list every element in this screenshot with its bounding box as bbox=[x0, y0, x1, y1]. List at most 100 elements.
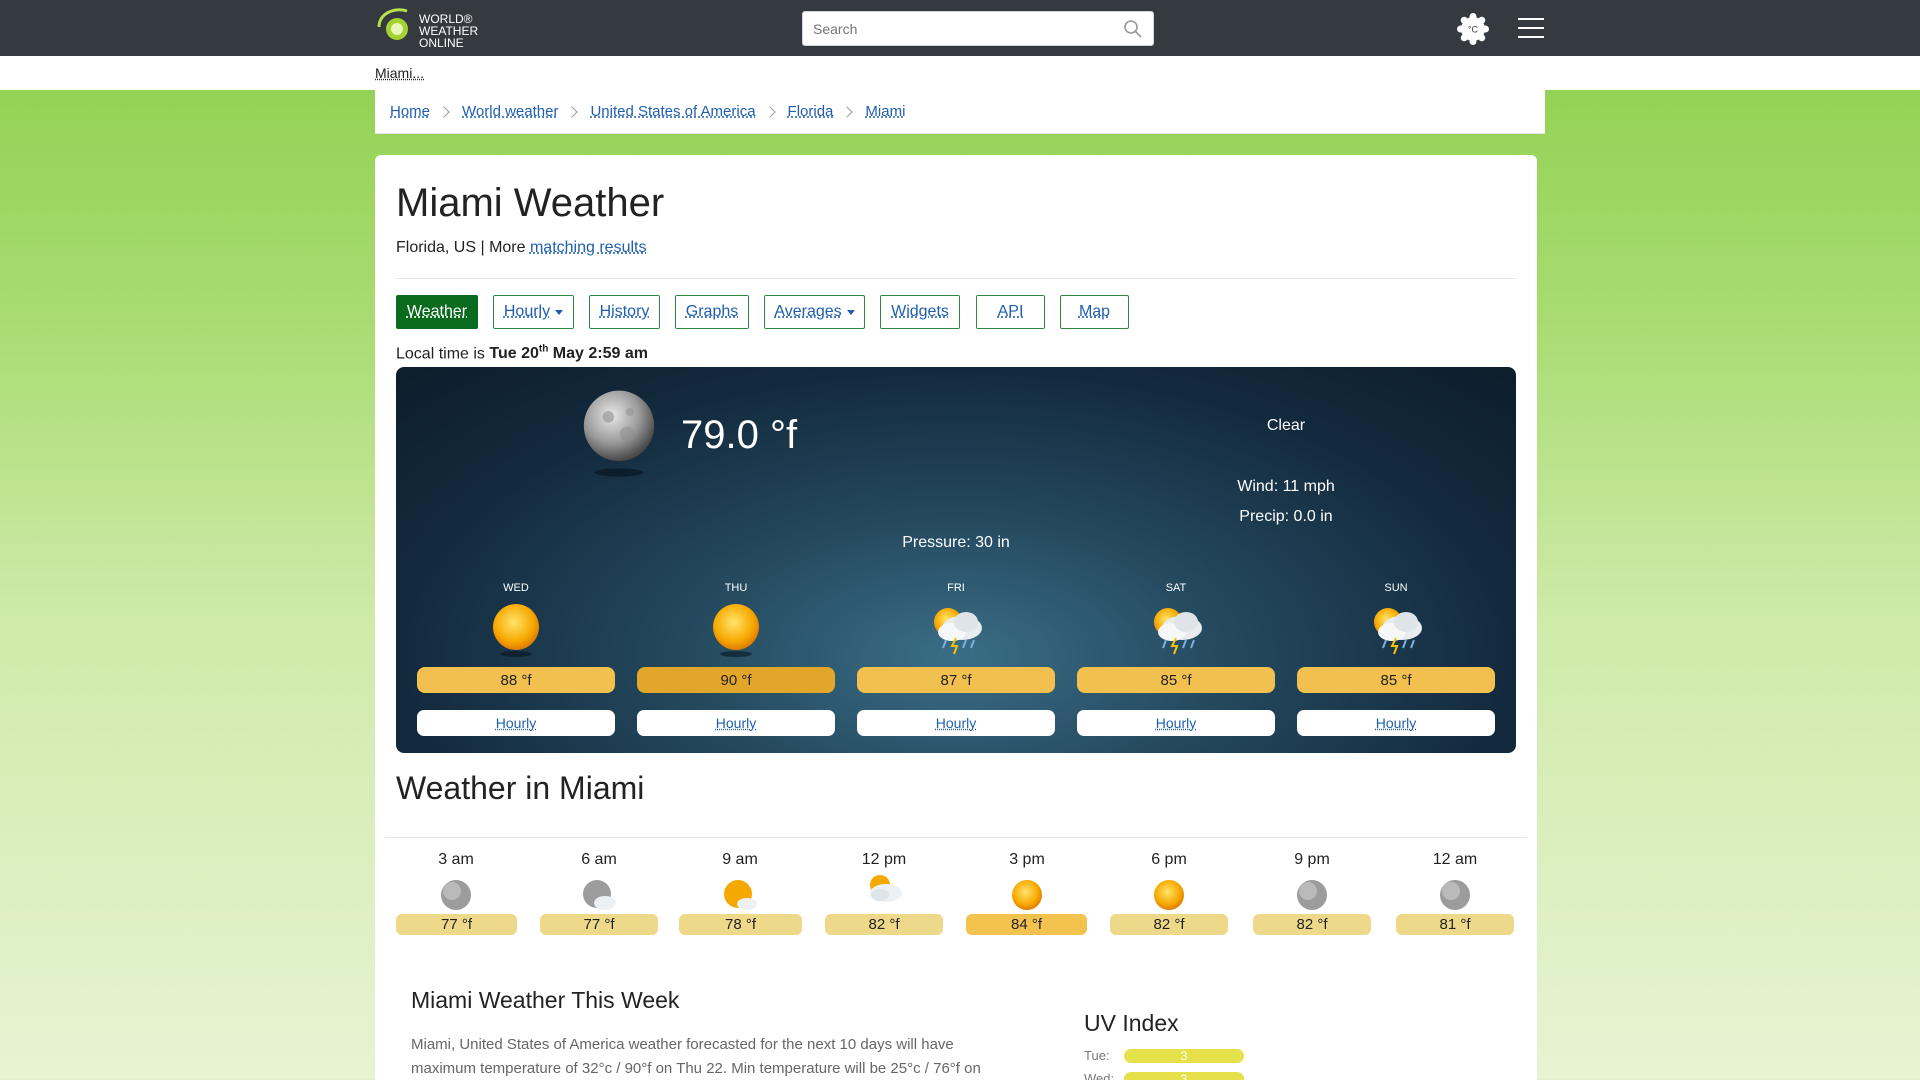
local-time-suffix: th bbox=[538, 344, 549, 355]
sun-icon bbox=[1154, 880, 1184, 910]
divider bbox=[385, 837, 1527, 838]
hour-forecast: 3 pm 84 °f bbox=[966, 851, 1087, 935]
day-forecast: SUN 85 °f Hourly bbox=[1297, 582, 1495, 736]
local-time: Local time is Tue 20th May 2:59 am bbox=[396, 344, 648, 363]
sun-icon bbox=[493, 604, 539, 657]
location-subtitle: Florida, US | More matching results bbox=[396, 239, 646, 257]
current-temperature: 79.0 °f bbox=[681, 413, 798, 457]
local-time-prefix: Local time is bbox=[396, 345, 490, 363]
unit-toggle-label: °C bbox=[1468, 25, 1479, 35]
uv-day-label: Tue: bbox=[1084, 1048, 1110, 1063]
tab-api[interactable]: API bbox=[976, 295, 1045, 329]
logo-line-3: ONLINE bbox=[419, 36, 464, 50]
caret-down-icon bbox=[555, 309, 564, 315]
thunder-rain-icon bbox=[934, 608, 982, 655]
cloud-sun-icon bbox=[870, 875, 902, 902]
tab-map[interactable]: Map bbox=[1060, 295, 1129, 329]
day-name: SAT bbox=[1165, 582, 1187, 594]
day-forecast: WED 88 °f Hourly bbox=[417, 582, 615, 736]
moon-icon bbox=[1297, 880, 1327, 910]
day-hourly-button[interactable]: Hourly bbox=[1077, 710, 1275, 736]
search-input[interactable] bbox=[813, 12, 1113, 45]
sun-cloud-icon bbox=[724, 880, 757, 910]
day-temperature: 88 °f bbox=[417, 667, 615, 693]
hour-temperature: 82 °f bbox=[1253, 914, 1371, 935]
day-hourly-button[interactable]: Hourly bbox=[1297, 710, 1495, 736]
current-location-link[interactable]: Miami... bbox=[375, 65, 424, 81]
day-hourly-button[interactable]: Hourly bbox=[637, 710, 835, 736]
day-forecast: SAT 85 °f Hourly bbox=[1077, 582, 1275, 736]
hour-forecast: 9 pm 82 °f bbox=[1252, 851, 1372, 935]
chevron-right-icon bbox=[841, 105, 854, 118]
hour-temperature: 77 °f bbox=[540, 914, 658, 935]
day-temperature: 90 °f bbox=[637, 667, 835, 693]
tab-hourly[interactable]: Hourly bbox=[493, 295, 574, 329]
uv-bar: 3 bbox=[1124, 1072, 1244, 1080]
tab-history[interactable]: History bbox=[589, 295, 660, 329]
tab-widgets[interactable]: Widgets bbox=[880, 295, 960, 329]
hour-time: 12 am bbox=[1432, 851, 1478, 868]
hour-time: 3 pm bbox=[1009, 851, 1045, 868]
hour-forecast: 9 am 78 °f bbox=[679, 851, 802, 935]
uv-bar: 3 bbox=[1124, 1049, 1244, 1063]
uv-title: UV Index bbox=[1084, 1010, 1179, 1036]
day-forecast: FRI 87 °f Hourly bbox=[857, 582, 1055, 736]
section-title: Weather in Miami bbox=[396, 770, 645, 806]
hour-time: 9 pm bbox=[1294, 851, 1330, 868]
chevron-right-icon bbox=[763, 105, 776, 118]
thunder-rain-icon bbox=[1154, 608, 1202, 655]
caret-down-icon bbox=[846, 309, 855, 315]
week-description: Miami, United States of America weather … bbox=[411, 1036, 981, 1077]
current-weather-panel: 79.0 °f Clear Wind: 11 mph Precip: 0.0 i… bbox=[396, 367, 1516, 753]
hour-temperature: 82 °f bbox=[1110, 914, 1228, 935]
tab-label: Map bbox=[1078, 303, 1111, 320]
hamburger-menu-icon[interactable] bbox=[1518, 18, 1544, 38]
tab-graphs[interactable]: Graphs bbox=[675, 295, 749, 329]
current-condition: Clear bbox=[1266, 417, 1306, 434]
search-icon[interactable] bbox=[1123, 19, 1143, 39]
tab-label: History bbox=[599, 303, 650, 320]
moon-icon bbox=[583, 390, 655, 477]
tab-label: Hourly bbox=[503, 303, 551, 320]
hour-forecast: 6 pm 82 °f bbox=[1109, 851, 1229, 935]
subtitle-prefix: Florida, US | More bbox=[396, 239, 530, 256]
day-temperature: 85 °f bbox=[1297, 667, 1495, 693]
breadcrumb-home[interactable]: Home bbox=[390, 103, 430, 120]
local-time-value: Tue 20th May 2:59 am bbox=[489, 344, 648, 362]
matching-results-link[interactable]: matching results bbox=[530, 239, 647, 256]
hour-time: 6 am bbox=[581, 851, 617, 868]
day-name: SUN bbox=[1384, 582, 1408, 594]
hour-time: 12 pm bbox=[861, 851, 907, 868]
site-logo[interactable]: WORLD® WEATHER ONLINE bbox=[375, 5, 485, 49]
hour-forecast: 12 pm 82 °f bbox=[824, 851, 944, 935]
thunder-rain-icon bbox=[1374, 608, 1422, 655]
sun-icon bbox=[1012, 880, 1042, 910]
divider bbox=[396, 278, 1516, 279]
top-navbar: WORLD® WEATHER ONLINE °C bbox=[0, 0, 1920, 56]
hour-time: 9 am bbox=[722, 851, 758, 868]
day-forecast: THU 90 °f Hourly bbox=[637, 582, 835, 736]
day-name: THU bbox=[724, 582, 748, 594]
tab-averages[interactable]: Averages bbox=[764, 295, 865, 329]
day-hourly-button[interactable]: Hourly bbox=[417, 710, 615, 736]
current-wind: Wind: 11 mph bbox=[1237, 478, 1335, 495]
tab-label: Widgets bbox=[891, 303, 949, 320]
breadcrumb-state[interactable]: Florida bbox=[788, 103, 834, 120]
breadcrumb-country[interactable]: United States of America bbox=[590, 103, 755, 120]
logo-icon bbox=[377, 8, 408, 40]
hour-temperature: 77 °f bbox=[396, 914, 517, 935]
breadcrumb-world-weather[interactable]: World weather bbox=[462, 103, 558, 120]
tab-label: Averages bbox=[774, 303, 842, 320]
breadcrumb: Home World weather United States of Amer… bbox=[375, 90, 1545, 134]
hour-time: 3 am bbox=[438, 851, 474, 868]
hour-temperature: 82 °f bbox=[825, 914, 943, 935]
hour-forecast: 3 am 77 °f bbox=[396, 851, 517, 935]
hour-temperature: 81 °f bbox=[1396, 914, 1514, 935]
unit-toggle-icon[interactable]: °C bbox=[1457, 13, 1489, 45]
tab-weather[interactable]: Weather bbox=[396, 295, 478, 329]
hour-temperature: 78 °f bbox=[679, 914, 802, 935]
tab-label: Weather bbox=[406, 303, 468, 320]
breadcrumb-city[interactable]: Miami bbox=[865, 103, 905, 120]
uv-day-label: Wed: bbox=[1084, 1071, 1115, 1080]
day-hourly-button[interactable]: Hourly bbox=[857, 710, 1055, 736]
